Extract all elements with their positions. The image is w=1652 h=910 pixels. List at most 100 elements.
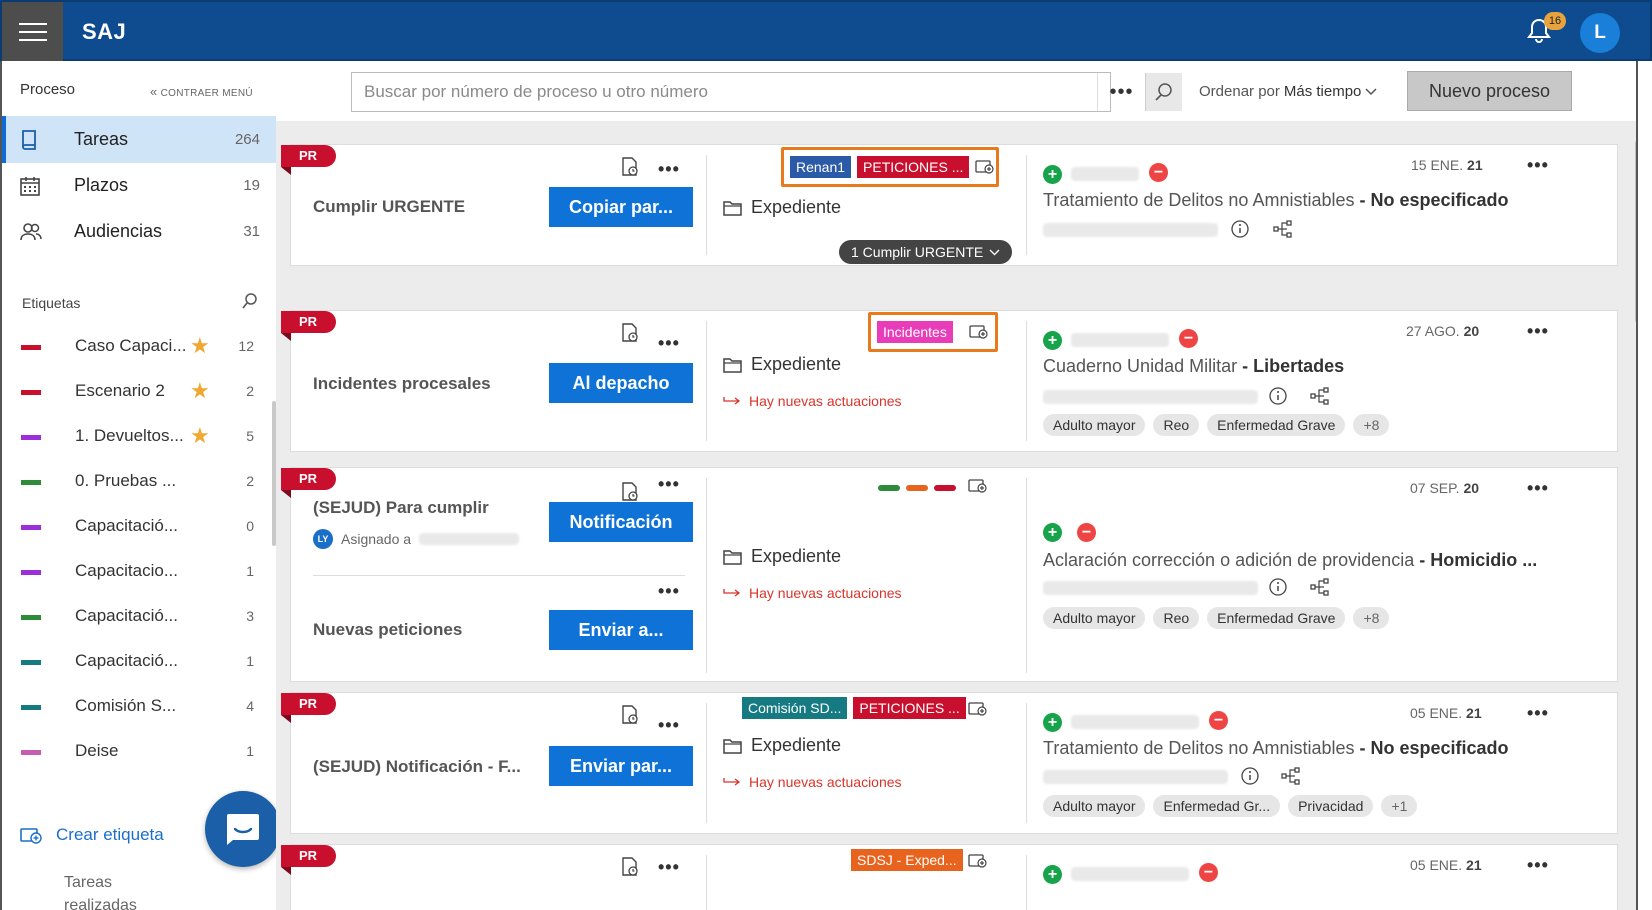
label-pill[interactable]: SDSJ - Exped... [851, 849, 963, 871]
remove-party-icon[interactable]: − [1179, 329, 1198, 348]
add-party-icon[interactable]: + [1043, 165, 1062, 184]
new-actions-alert[interactable]: Hay nuevas actuaciones [723, 585, 902, 601]
task-card[interactable]: PR Cumplir URGENTE ••• Copiar par... Ren… [281, 144, 1618, 266]
flow-icon[interactable] [1310, 578, 1330, 596]
card-more-options-icon[interactable]: ••• [1527, 856, 1549, 874]
tag-item[interactable]: Deise 1 [2, 729, 264, 775]
process-title[interactable]: Cuaderno Unidad Militar - Libertades [1043, 356, 1344, 377]
document-clock-icon[interactable] [621, 323, 639, 343]
add-party-icon[interactable]: + [1043, 713, 1062, 732]
info-icon[interactable] [1231, 220, 1249, 238]
new-actions-alert[interactable]: Hay nuevas actuaciones [723, 774, 902, 790]
label-pill[interactable]: PETICIONES ... [857, 156, 970, 178]
task-card[interactable]: PR (SEJUD) Notificación - F... ••• Envia… [281, 692, 1618, 834]
card-more-options-icon[interactable]: ••• [1527, 156, 1549, 174]
flow-icon[interactable] [1310, 387, 1330, 405]
completed-tasks-link[interactable]: Tareas realizadas [64, 871, 154, 910]
subtask-pill[interactable]: 1 Cumplir URGENTE [839, 240, 1013, 264]
tag-add-icon[interactable] [968, 478, 988, 494]
document-clock-icon[interactable] [621, 482, 639, 502]
info-icon[interactable] [1241, 767, 1259, 785]
tag-item[interactable]: Escenario 2 ★ 2 [2, 369, 264, 415]
info-icon[interactable] [1269, 578, 1287, 596]
user-avatar[interactable]: L [1580, 13, 1620, 53]
star-icon[interactable]: ★ [190, 378, 210, 404]
more-options-icon[interactable]: ••• [658, 475, 680, 493]
chat-support-button[interactable] [205, 791, 281, 867]
more-options-icon[interactable]: ••• [1097, 73, 1145, 111]
task-card[interactable]: PR Incidentes procesales ••• Al depacho … [281, 310, 1618, 452]
action-button[interactable]: Enviar par... [549, 746, 693, 786]
tag-add-icon[interactable] [968, 701, 988, 717]
sidebar-item-audiencias[interactable]: Audiencias 31 [2, 208, 276, 255]
expediente-link[interactable]: Expediente [723, 546, 841, 567]
label-bars[interactable] [878, 485, 956, 491]
document-clock-icon[interactable] [621, 157, 639, 177]
tag-item[interactable]: 1. Devueltos... ★ 5 [2, 414, 264, 460]
tag-add-icon[interactable] [969, 324, 989, 340]
more-chips[interactable]: +8 [1353, 607, 1390, 629]
tag-add-icon[interactable] [975, 159, 995, 175]
card-more-options-icon[interactable]: ••• [1527, 322, 1549, 340]
new-actions-alert[interactable]: Hay nuevas actuaciones [723, 393, 902, 409]
add-party-icon[interactable]: + [1043, 331, 1062, 350]
more-options-icon[interactable]: ••• [658, 334, 680, 352]
sidebar-item-tareas[interactable]: Tareas 264 [2, 116, 276, 163]
more-options-icon[interactable]: ••• [658, 716, 680, 734]
remove-party-icon[interactable]: − [1149, 163, 1168, 182]
star-icon[interactable]: ★ [190, 333, 210, 359]
search-input[interactable] [352, 73, 1092, 111]
tag-chip[interactable]: Privacidad [1288, 795, 1374, 817]
flow-icon[interactable] [1273, 220, 1293, 238]
sidebar-item-plazos[interactable]: Plazos 19 [2, 162, 276, 209]
action-button[interactable]: Enviar a... [549, 610, 693, 650]
hamburger-menu-icon[interactable] [2, 2, 63, 61]
task-card[interactable]: PR (SEJUD) Para cumplir LY Asignado a ••… [281, 467, 1618, 682]
expediente-link[interactable]: Expediente [723, 735, 841, 756]
tag-chip[interactable]: Reo [1153, 607, 1200, 629]
tag-chip[interactable]: Adulto mayor [1043, 607, 1146, 629]
create-tag-button[interactable]: Crear etiqueta [20, 825, 164, 845]
add-party-icon[interactable]: + [1043, 865, 1062, 884]
tag-item[interactable]: Capacitació... 1 [2, 639, 264, 685]
tag-chip[interactable]: Enfermedad Grave [1207, 607, 1346, 629]
label-pill[interactable]: Incidentes [877, 321, 953, 343]
remove-party-icon[interactable]: − [1199, 863, 1218, 882]
task-card[interactable]: PR ••• SDSJ - Exped... + − 05 ENE. 21 ••… [281, 844, 1618, 910]
process-title[interactable]: Aclaración corrección o adición de provi… [1043, 550, 1537, 571]
more-chips[interactable]: +8 [1353, 414, 1390, 436]
more-chips[interactable]: +1 [1381, 795, 1418, 817]
tag-item[interactable]: Capacitació... 3 [2, 594, 264, 640]
star-icon[interactable]: ★ [190, 423, 210, 449]
add-party-icon[interactable]: + [1043, 523, 1062, 542]
tag-add-icon[interactable] [968, 853, 988, 869]
tag-chip[interactable]: Enfermedad Gr... [1153, 795, 1281, 817]
card-more-options-icon[interactable]: ••• [1527, 479, 1549, 497]
sort-dropdown[interactable]: Ordenar por Más tiempo [1199, 83, 1377, 100]
expediente-link[interactable]: Expediente [723, 354, 841, 375]
action-button[interactable]: Al depacho [549, 363, 693, 403]
flow-icon[interactable] [1281, 767, 1301, 785]
main-scrollbar[interactable] [1635, 140, 1636, 323]
tag-chip[interactable]: Adulto mayor [1043, 414, 1146, 436]
remove-party-icon[interactable]: − [1077, 523, 1096, 542]
new-process-button[interactable]: Nuevo proceso [1407, 71, 1572, 111]
process-title[interactable]: Tratamiento de Delitos no Amnistiables -… [1043, 190, 1509, 211]
document-clock-icon[interactable] [621, 705, 639, 725]
action-button[interactable]: Copiar par... [549, 187, 693, 227]
remove-party-icon[interactable]: − [1209, 711, 1228, 730]
label-pill[interactable]: Comisión SD... [742, 697, 848, 719]
search-icon[interactable] [1145, 73, 1182, 111]
collapse-menu-button[interactable]: « CONTRAER MENÚ [150, 84, 253, 99]
action-button[interactable]: Notificación [549, 502, 693, 542]
tag-chip[interactable]: Enfermedad Grave [1207, 414, 1346, 436]
tag-item[interactable]: Comisión S... 4 [2, 684, 264, 730]
expediente-link[interactable]: Expediente [723, 197, 841, 218]
tag-chip[interactable]: Reo [1153, 414, 1200, 436]
tag-item[interactable]: 0. Pruebas ... 2 [2, 459, 264, 505]
tag-item[interactable]: Capacitacio... 1 [2, 549, 264, 595]
tag-item[interactable]: Caso Capaci... ★ 12 [2, 324, 264, 370]
label-pill[interactable]: Renan1 [790, 156, 852, 178]
info-icon[interactable] [1269, 387, 1287, 405]
label-pill[interactable]: PETICIONES ... [853, 697, 966, 719]
